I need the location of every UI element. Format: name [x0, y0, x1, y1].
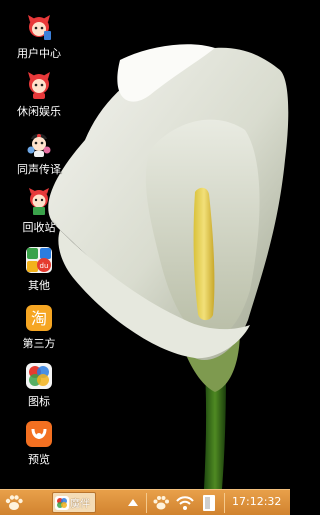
- desktop-icon-label: 同声传译: [17, 163, 61, 176]
- preview-icon: [26, 421, 52, 447]
- desktop-icon-label: 用户中心: [17, 47, 61, 60]
- desktop-icon-user-center[interactable]: 用户中心: [0, 14, 78, 70]
- start-paw-icon[interactable]: [4, 493, 24, 513]
- other-icon: du: [26, 247, 52, 273]
- desktop-icon-other[interactable]: du 其他: [0, 246, 78, 302]
- other-icon-badge: du: [40, 262, 49, 270]
- desktop-icon-label: 休闲娱乐: [17, 105, 61, 118]
- taskbar-app-button[interactable]: 魔伴: [52, 492, 96, 513]
- third-party-icon: 淘: [26, 305, 52, 331]
- desktop-icon-icons[interactable]: 图标: [0, 362, 78, 418]
- desktop-icon-third-party[interactable]: 淘 第三方: [0, 304, 78, 360]
- tray-expand-icon[interactable]: [128, 498, 138, 506]
- desktop-icon-label: 第三方: [22, 337, 56, 350]
- taskbar-clock[interactable]: 17:12:32: [232, 495, 281, 508]
- taskbar: 魔伴 17:12:32: [0, 489, 290, 515]
- paw-tray-icon[interactable]: [152, 494, 170, 512]
- desktop-icon-recycle-bin[interactable]: 回收站: [0, 188, 78, 244]
- desktop-icon-label: 回收站: [22, 221, 56, 234]
- tray-divider: [146, 493, 147, 513]
- desktop-icon-entertainment[interactable]: 休闲娱乐: [0, 72, 78, 128]
- icons-icon: [26, 363, 52, 389]
- app-icon: [55, 495, 69, 510]
- desktop-icon-label: 图标: [28, 395, 50, 408]
- tray-divider: [224, 493, 225, 513]
- third-party-glyph: 淘: [31, 309, 47, 328]
- recycle-bin-icon: [29, 188, 49, 215]
- desktop-icon-label: 其他: [28, 279, 50, 292]
- entertainment-icon: [28, 72, 50, 99]
- taskbar-app-label: 魔伴: [70, 499, 90, 510]
- wifi-icon[interactable]: [176, 494, 194, 512]
- desktop-icon-preview[interactable]: 预览: [0, 420, 78, 476]
- battery-icon[interactable]: [200, 494, 218, 512]
- desktop-icon-label: 预览: [28, 453, 50, 466]
- user-center-icon: [28, 15, 51, 40]
- desktop-icon-interpretation[interactable]: 同声传译: [0, 130, 78, 186]
- interpretation-icon: [27, 133, 51, 157]
